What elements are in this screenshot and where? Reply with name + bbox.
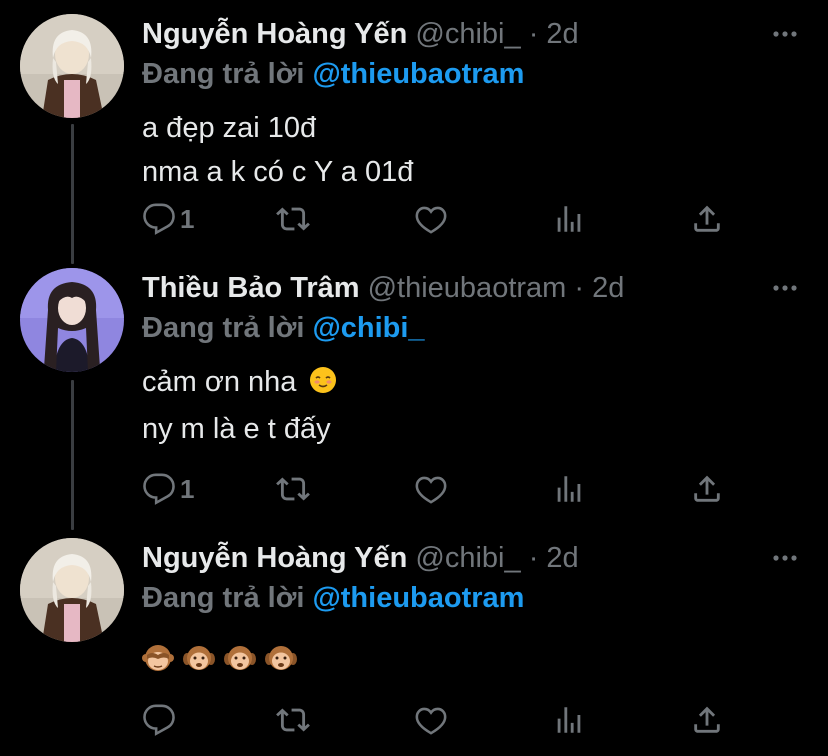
share-icon <box>694 475 720 502</box>
more-options-button[interactable] <box>770 548 800 568</box>
reply-button[interactable]: 1 <box>142 199 194 239</box>
analytics-icon <box>557 476 581 502</box>
timestamp[interactable]: 2d <box>546 542 578 574</box>
smiling-face-emoji-icon <box>309 363 337 407</box>
avatar[interactable] <box>20 14 124 118</box>
retweet-button[interactable] <box>276 199 310 239</box>
tweet-text: cảm ơn nha ny m là e t đấy <box>142 360 337 451</box>
retweet-button[interactable] <box>276 469 310 509</box>
handle[interactable]: @thieubaotram <box>368 272 567 304</box>
action-bar <box>142 700 742 740</box>
tweet-line: a đẹp zai 10đ <box>142 112 317 144</box>
share-button[interactable] <box>690 700 724 740</box>
tweet[interactable]: Nguyễn Hoàng Yến @chibi_ · 2d Đang trả l… <box>0 538 828 756</box>
tweet-header: Nguyễn Hoàng Yến @chibi_ · 2d <box>142 14 579 54</box>
reply-prefix: Đang trả lời <box>142 58 305 90</box>
reply-icon <box>143 203 175 235</box>
share-button[interactable] <box>690 469 724 509</box>
action-bar: 1 <box>142 469 742 509</box>
share-button[interactable] <box>690 199 724 239</box>
share-icon <box>694 706 720 733</box>
reply-mention[interactable]: @chibi_ <box>312 312 424 344</box>
retweet-icon <box>276 477 310 501</box>
tweet-text: a đẹp zai 10đ nma a k có c Y a 01đ <box>142 106 413 194</box>
tweet-line: ny m là e t đấy <box>142 413 331 445</box>
reply-prefix: Đang trả lời <box>142 582 305 614</box>
like-button[interactable] <box>414 700 448 740</box>
hear-no-evil-monkey-icon <box>183 646 215 670</box>
reply-context: Đang trả lời @thieubaotram <box>142 54 524 94</box>
retweet-icon <box>276 207 310 231</box>
reply-button[interactable]: 1 <box>142 469 194 509</box>
more-options-button[interactable] <box>770 278 800 298</box>
hear-no-evil-monkey-icon <box>224 646 256 670</box>
separator: · <box>528 542 539 574</box>
avatar[interactable] <box>20 268 124 372</box>
like-button[interactable] <box>414 469 448 509</box>
tweet[interactable]: Nguyễn Hoàng Yến @chibi_ · 2d Đang trả l… <box>0 14 828 244</box>
action-bar: 1 <box>142 199 742 239</box>
tweet[interactable]: Thiều Bảo Trâm @thieubaotram · 2d Đang t… <box>0 268 828 508</box>
emoji-row <box>142 638 297 674</box>
tweet-line-with-emoji: cảm ơn nha <box>142 360 337 407</box>
reply-context: Đang trả lời @chibi_ <box>142 308 425 348</box>
tweet-text <box>142 638 297 674</box>
more-options-icon <box>773 31 797 37</box>
hear-no-evil-monkey-icon <box>265 646 297 670</box>
tweet-line: nma a k có c Y a 01đ <box>142 156 414 188</box>
timestamp[interactable]: 2d <box>592 272 624 304</box>
more-options-icon <box>773 555 797 561</box>
separator: · <box>528 18 539 50</box>
share-icon <box>694 205 720 232</box>
tweet-header: Thiều Bảo Trâm @thieubaotram · 2d <box>142 268 624 308</box>
reply-icon <box>143 704 175 736</box>
avatar-girl-brown-jacket-icon <box>20 538 124 642</box>
like-icon <box>415 707 447 735</box>
tweet-line: cảm ơn nha <box>142 366 297 398</box>
avatar-girl-purple-background-icon <box>20 268 124 372</box>
display-name[interactable]: Thiều Bảo Trâm <box>142 272 360 304</box>
like-button[interactable] <box>414 199 448 239</box>
analytics-button[interactable] <box>552 469 586 509</box>
like-icon <box>415 206 447 234</box>
display-name[interactable]: Nguyễn Hoàng Yến <box>142 18 407 50</box>
tweet-header: Nguyễn Hoàng Yến @chibi_ · 2d <box>142 538 579 578</box>
see-no-evil-monkey-icon <box>142 645 174 671</box>
handle[interactable]: @chibi_ <box>415 542 520 574</box>
analytics-icon <box>557 206 581 232</box>
analytics-icon <box>557 707 581 733</box>
retweet-button[interactable] <box>276 700 310 740</box>
reply-button[interactable] <box>142 700 176 740</box>
more-options-icon <box>773 285 797 291</box>
handle[interactable]: @chibi_ <box>415 18 520 50</box>
display-name[interactable]: Nguyễn Hoàng Yến <box>142 542 407 574</box>
timestamp[interactable]: 2d <box>546 18 578 50</box>
analytics-button[interactable] <box>552 700 586 740</box>
separator: · <box>574 272 585 304</box>
reply-count: 1 <box>180 203 195 234</box>
more-options-button[interactable] <box>770 24 800 44</box>
analytics-button[interactable] <box>552 199 586 239</box>
avatar[interactable] <box>20 538 124 642</box>
reply-mention[interactable]: @thieubaotram <box>312 58 524 90</box>
reply-mention[interactable]: @thieubaotram <box>312 582 524 614</box>
reply-context: Đang trả lời @thieubaotram <box>142 578 524 618</box>
like-icon <box>415 476 447 504</box>
reply-icon <box>143 473 175 505</box>
retweet-icon <box>276 708 310 732</box>
reply-count: 1 <box>180 473 195 504</box>
avatar-girl-brown-jacket-icon <box>20 14 124 118</box>
reply-prefix: Đang trả lời <box>142 312 305 344</box>
